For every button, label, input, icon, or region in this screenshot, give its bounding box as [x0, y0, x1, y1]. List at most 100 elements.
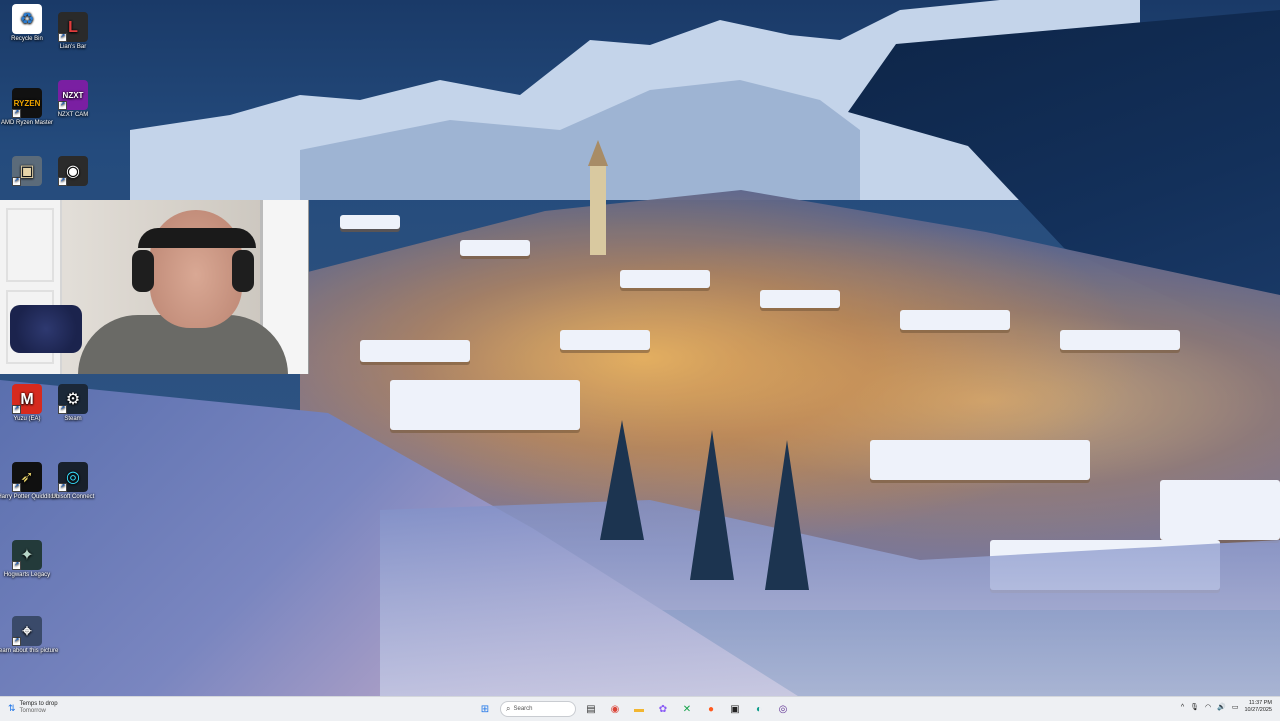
icon-glyph: RYZEN: [13, 98, 41, 108]
steam-shortcut[interactable]: ⚙ ↗ Steam: [40, 384, 106, 423]
clock[interactable]: 11:37 PM 10/27/2025: [1244, 700, 1272, 714]
desktop-wallpaper: ♻ Recycle Bin L ↗ Lian's Bar RYZEN ↗ AMD Ryzen …: [0, 0, 1280, 696]
obs-studio-shortcut[interactable]: ◉ ↗: [40, 156, 106, 188]
icon-glyph: ⌖: [22, 622, 32, 640]
desktop-icon-label: NZXT CAM: [57, 112, 89, 118]
roof: [900, 310, 1010, 330]
roof: [390, 380, 580, 430]
learn-about-picture-shortcut[interactable]: ⌖ ↗ Learn about this picture: [0, 616, 60, 655]
shortcut-arrow-icon: ↗: [12, 561, 21, 570]
icon-glyph: ◉: [66, 162, 80, 180]
icon-glyph: ✦: [20, 546, 34, 564]
icon-glyph: ➶: [20, 468, 34, 486]
desktop-icon-label: Ubisoft Connect: [51, 494, 95, 500]
weather-widget[interactable]: ⇅ Temps to drop Tomorrow: [8, 701, 58, 715]
icon-glyph: ▣: [19, 162, 35, 180]
roof: [360, 340, 470, 362]
roof: [870, 440, 1090, 480]
learn-about-picture-icon: ⌖ ↗: [12, 616, 42, 646]
copilot-icon[interactable]: ✿: [654, 700, 672, 718]
volume-icon[interactable]: 🔊: [1217, 703, 1226, 711]
shortcut-arrow-icon: ↗: [12, 405, 21, 414]
start-button[interactable]: ⊞: [476, 700, 494, 718]
roof: [1160, 480, 1280, 540]
lians-bar-icon: L ↗: [58, 12, 88, 42]
icon-glyph: ◎: [66, 468, 80, 486]
roof: [560, 330, 650, 350]
church-tower: [588, 140, 608, 255]
weather-sub: Tomorrow: [19, 708, 46, 714]
battery-icon[interactable]: ▭: [1232, 703, 1239, 711]
obs-studio-icon: ◉ ↗: [58, 156, 88, 186]
search-placeholder: Search: [513, 706, 533, 712]
icon-glyph: ⚙: [65, 390, 81, 408]
taskbar-center: ⊞ ⌕ Search ▤ ◉ ▬ ✿ ✕ ● ▣ ◐ ◎: [476, 699, 792, 719]
headphone-band: [138, 228, 256, 248]
shortcut-arrow-icon: ↗: [58, 33, 67, 42]
microphone-icon[interactable]: 🎙: [1190, 703, 1199, 711]
webcam-overlay: [0, 200, 309, 374]
roof: [1060, 330, 1180, 350]
icon-glyph: ♻: [19, 10, 35, 28]
tray-icons: ^ 🎙 ◠ 🔊 ▭: [1181, 703, 1239, 712]
amd-ryzen-master-icon: RYZEN ↗: [12, 88, 42, 118]
icon-glyph: L: [68, 18, 78, 36]
door-panel: [6, 208, 54, 282]
hogwarts-legacy-icon: ✦ ↗: [12, 540, 42, 570]
recycle-bin-icon: ♻: [12, 4, 42, 34]
steam-icon: ⚙ ↗: [58, 384, 88, 414]
taskbar: ⇅ Temps to drop Tomorrow ⊞ ⌕ Search ▤ ◉ ▬ ✿ ✕ ● ▣…: [0, 696, 1280, 721]
shortcut-arrow-icon: ↗: [12, 109, 21, 118]
desktop-icon-label: Hogwarts Legacy: [3, 572, 51, 578]
pine-tree: [600, 420, 644, 540]
nzxt-cam-icon: NZXT ↗: [58, 80, 88, 110]
edge-icon[interactable]: ◐: [750, 700, 768, 718]
nzxt-cam-shortcut[interactable]: NZXT ↗ NZXT CAM: [40, 80, 106, 119]
roof: [340, 215, 400, 229]
roof: [620, 270, 710, 288]
desktop-icon-label: Learn about this picture: [0, 648, 59, 654]
system-tray: ^ 🎙 ◠ 🔊 ▭ 11:37 PM 10/27/2025: [1181, 700, 1272, 714]
temperature-down-icon: ⇅: [8, 702, 16, 713]
pine-tree: [690, 430, 734, 580]
shortcut-arrow-icon: ↗: [12, 177, 21, 186]
clock-time: 11:37 PM: [1248, 700, 1272, 706]
icon-glyph: NZXT: [62, 90, 84, 100]
pine-tree: [765, 440, 809, 590]
obs-taskbar-icon[interactable]: ◎: [774, 700, 792, 718]
chrome-icon[interactable]: ◉: [606, 700, 624, 718]
ubisoft-connect-icon: ◎ ↗: [58, 462, 88, 492]
harry-potter-quidditch-icon: ➶ ↗: [12, 462, 42, 492]
roof: [760, 290, 840, 308]
shortcut-arrow-icon: ↗: [58, 101, 67, 110]
headphone-left-cup: [132, 250, 154, 292]
icon-glyph: M: [20, 390, 34, 408]
mario-game-icon: M ↗: [12, 384, 42, 414]
ubisoft-connect-shortcut[interactable]: ◎ ↗ Ubisoft Connect: [40, 462, 106, 501]
taskbar-search[interactable]: ⌕ Search: [500, 701, 576, 717]
xbox-app-icon[interactable]: ✕: [678, 700, 696, 718]
desktop-icon-label: Steam: [64, 416, 82, 422]
desktop-icon-label: Lian's Bar: [59, 44, 87, 50]
lians-bar-shortcut[interactable]: L ↗ Lian's Bar: [40, 12, 106, 51]
shortcut-arrow-icon: ↗: [12, 483, 21, 492]
file-explorer-icon[interactable]: ▬: [630, 700, 648, 718]
chevron-up-icon[interactable]: ^: [1181, 704, 1184, 711]
search-icon: ⌕: [506, 704, 511, 713]
hogwarts-legacy-shortcut[interactable]: ✦ ↗ Hogwarts Legacy: [0, 540, 60, 579]
steelseries-icon[interactable]: ●: [702, 700, 720, 718]
clock-date: 10/27/2025: [1244, 707, 1272, 713]
weather-label: Temps to drop: [19, 701, 58, 707]
shortcut-arrow-icon: ↗: [58, 483, 67, 492]
desktop-icon-label: AMD Ryzen Master: [0, 120, 53, 126]
task-view-icon[interactable]: ▤: [582, 700, 600, 718]
game-shortcut-icon: ▣ ↗: [12, 156, 42, 186]
pillow: [10, 305, 82, 353]
terminal-icon[interactable]: ▣: [726, 700, 744, 718]
shortcut-arrow-icon: ↗: [58, 177, 67, 186]
headphone-right-cup: [232, 250, 254, 292]
wifi-icon[interactable]: ◠: [1205, 703, 1211, 711]
shortcut-arrow-icon: ↗: [58, 405, 67, 414]
roof: [460, 240, 530, 256]
shortcut-arrow-icon: ↗: [12, 637, 21, 646]
